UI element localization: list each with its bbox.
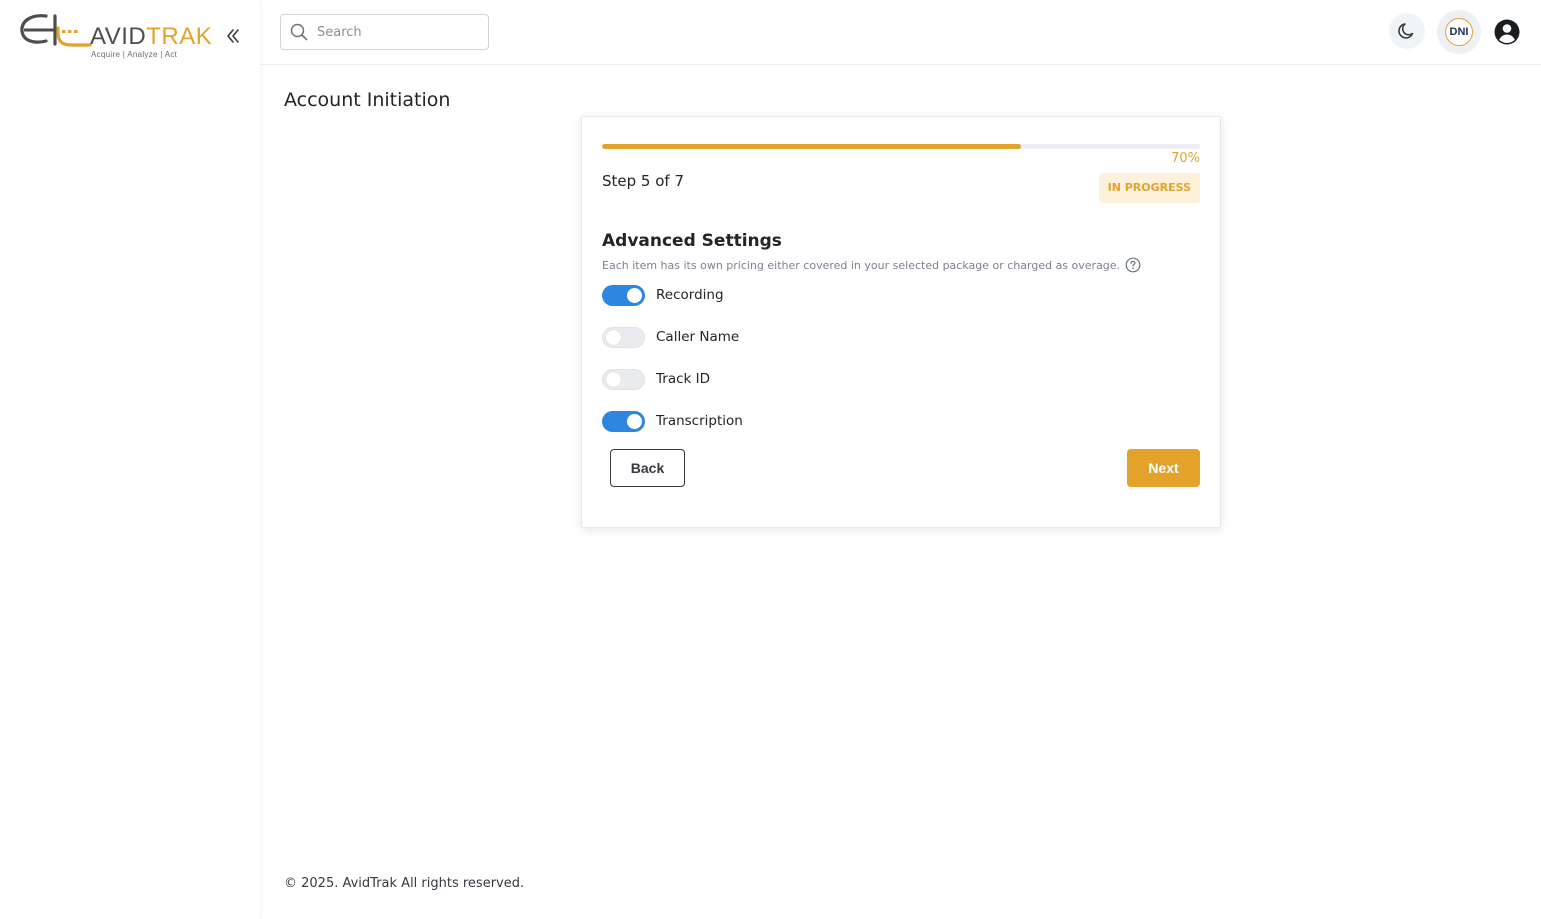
setting-row-transcription: Transcription [602, 410, 743, 432]
section-title: Advanced Settings [602, 231, 782, 251]
avidtrak-logo[interactable]: AVIDTRAK Acquire | Analyze | Act [18, 10, 218, 62]
setting-label: Transcription [656, 413, 743, 429]
top-header: DNI [260, 0, 1541, 65]
moon-icon [1398, 23, 1414, 39]
toggle-knob [606, 371, 621, 387]
setting-label: Caller Name [656, 329, 740, 345]
sidebar: AVIDTRAK Acquire | Analyze | Act [0, 0, 260, 919]
chevrons-left-icon [227, 29, 239, 43]
search-input[interactable] [317, 15, 485, 49]
back-button[interactable]: Back [610, 449, 685, 487]
profile-button[interactable] [1493, 18, 1521, 46]
collapse-sidebar-button[interactable] [224, 26, 242, 46]
caller-name-toggle[interactable] [602, 326, 645, 348]
page-title: Account Initiation [284, 89, 451, 111]
theme-toggle-button[interactable] [1389, 13, 1425, 49]
recording-toggle[interactable] [602, 284, 645, 306]
setting-label: Track ID [656, 371, 710, 387]
logo-tagline: Acquire | Analyze | Act [91, 50, 178, 59]
transcription-toggle[interactable] [602, 410, 645, 432]
setting-row-recording: Recording [602, 284, 724, 306]
user-circle-icon [1494, 19, 1520, 45]
footer-copyright: © 2025. AvidTrak All rights reserved. [284, 876, 525, 891]
toggle-knob [606, 329, 621, 345]
wizard-card: 70% Step 5 of 7 IN PROGRESS Advanced Set… [581, 116, 1221, 528]
track-id-toggle[interactable] [602, 368, 645, 390]
setting-row-caller-name: Caller Name [602, 326, 739, 348]
toggle-knob [627, 287, 642, 303]
logo-word-trak: TRAK [146, 23, 213, 50]
search-icon [290, 23, 308, 41]
status-badge: IN PROGRESS [1098, 173, 1200, 203]
setting-row-track-id: Track ID [602, 368, 710, 390]
progress-percent: 70% [1171, 151, 1200, 166]
section-description-text: Each item has its own pricing either cov… [602, 258, 1121, 272]
dni-button[interactable]: DNI [1437, 10, 1481, 54]
question-circle-icon[interactable] [1125, 257, 1141, 273]
logo-wordmark: AVIDTRAK [90, 23, 212, 51]
dni-badge: DNI [1445, 18, 1473, 46]
logo-word-avid: AVID [90, 23, 147, 50]
section-description: Each item has its own pricing either cov… [602, 257, 1141, 273]
progress-bar-fill [602, 144, 1021, 149]
setting-label: Recording [656, 287, 724, 303]
progress-bar [602, 144, 1200, 149]
toggle-knob [627, 413, 642, 429]
step-indicator: Step 5 of 7 [602, 172, 685, 190]
search-box[interactable] [280, 14, 489, 50]
logo-mark-icon [20, 14, 92, 47]
next-button[interactable]: Next [1127, 449, 1200, 487]
